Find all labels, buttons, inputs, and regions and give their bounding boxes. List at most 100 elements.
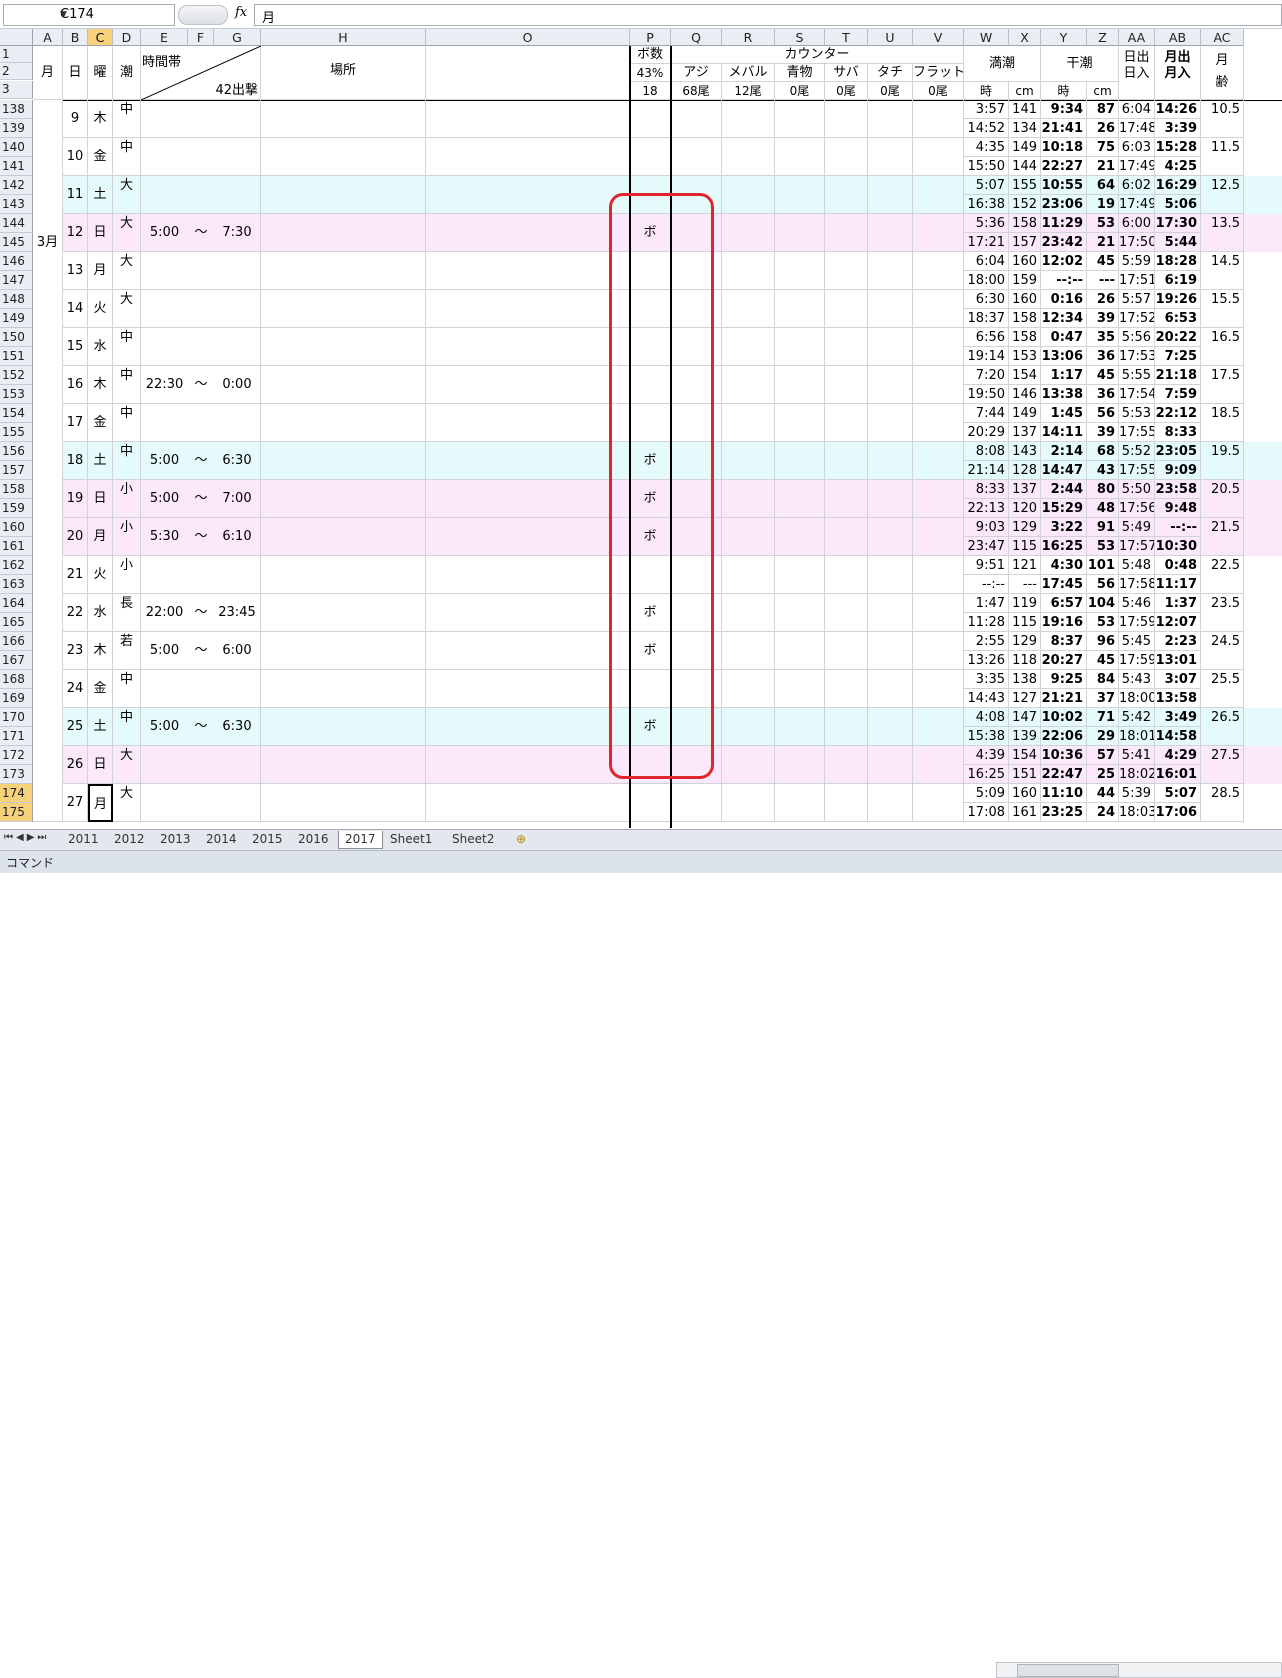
- notes-cell[interactable]: [426, 784, 630, 822]
- high-tide-time-2[interactable]: 19:14: [964, 347, 1009, 366]
- time-sep-cell[interactable]: ～: [188, 632, 214, 670]
- row-header-140[interactable]: 140: [0, 138, 33, 157]
- counter-cell[interactable]: [671, 214, 722, 252]
- notes-cell[interactable]: [426, 252, 630, 290]
- high-tide-cm-2[interactable]: 137: [1009, 423, 1041, 442]
- counter-cell[interactable]: [671, 632, 722, 670]
- weekday-cell[interactable]: 月: [88, 252, 113, 290]
- low-tide-cm-2[interactable]: 24: [1087, 803, 1119, 822]
- sunset-cell[interactable]: 17:59: [1119, 651, 1155, 670]
- fx-icon[interactable]: fx: [235, 5, 247, 20]
- counter-cell[interactable]: [868, 746, 913, 784]
- day-cell[interactable]: 19: [63, 480, 88, 518]
- high-tide-cm-2[interactable]: 128: [1009, 461, 1041, 480]
- sunrise-cell[interactable]: 5:52: [1119, 442, 1155, 461]
- low-tide-time-2[interactable]: 13:38: [1041, 385, 1087, 404]
- high-tide-cm-2[interactable]: 118: [1009, 651, 1041, 670]
- time-to-cell[interactable]: 6:30: [214, 708, 261, 746]
- low-tide-cm-1[interactable]: 35: [1087, 328, 1119, 347]
- low-tide-cm-1[interactable]: 68: [1087, 442, 1119, 461]
- counter-cell[interactable]: [913, 442, 964, 480]
- horizontal-scrollbar[interactable]: [996, 1662, 1282, 1678]
- counter-cell[interactable]: [868, 518, 913, 556]
- moonset-cell[interactable]: 7:25: [1155, 347, 1201, 366]
- notes-cell[interactable]: [426, 556, 630, 594]
- low-tide-time-1[interactable]: 12:02: [1041, 252, 1087, 271]
- counter-cell[interactable]: [722, 784, 775, 822]
- low-tide-cm-2[interactable]: 45: [1087, 651, 1119, 670]
- moonset-cell[interactable]: 11:17: [1155, 575, 1201, 594]
- counter-cell[interactable]: [671, 594, 722, 632]
- high-tide-time-2[interactable]: 17:08: [964, 803, 1009, 822]
- sheet-tab-2015[interactable]: 2015: [246, 831, 289, 848]
- low-tide-time-2[interactable]: 19:16: [1041, 613, 1087, 632]
- high-tide-cm-2[interactable]: 157: [1009, 233, 1041, 252]
- column-header-y[interactable]: Y: [1041, 29, 1087, 46]
- column-header-c[interactable]: C: [88, 29, 113, 46]
- high-tide-cm-2[interactable]: 153: [1009, 347, 1041, 366]
- counter-cell[interactable]: [722, 480, 775, 518]
- counter-cell[interactable]: [775, 708, 825, 746]
- low-tide-cm-2[interactable]: 36: [1087, 347, 1119, 366]
- time-sep-cell[interactable]: [188, 404, 214, 442]
- row-header-145[interactable]: 145: [0, 233, 33, 252]
- row-header-139[interactable]: 139: [0, 119, 33, 138]
- counter-cell[interactable]: [671, 442, 722, 480]
- row-header-138[interactable]: 138: [0, 100, 33, 119]
- sunset-cell[interactable]: 18:02: [1119, 765, 1155, 784]
- add-sheet-icon[interactable]: ⊕: [510, 831, 532, 848]
- tide-cell[interactable]: 小: [113, 480, 141, 518]
- moonrise-cell[interactable]: 18:28: [1155, 252, 1201, 271]
- high-tide-cm-2[interactable]: 127: [1009, 689, 1041, 708]
- counter-cell[interactable]: [868, 442, 913, 480]
- high-tide-time-2[interactable]: 13:26: [964, 651, 1009, 670]
- sunset-cell[interactable]: 17:51: [1119, 271, 1155, 290]
- notes-cell[interactable]: [426, 442, 630, 480]
- counter-cell[interactable]: [671, 480, 722, 518]
- counter-cell[interactable]: [671, 290, 722, 328]
- high-tide-time-1[interactable]: 4:35: [964, 138, 1009, 157]
- high-tide-time-2[interactable]: 23:47: [964, 537, 1009, 556]
- high-tide-time-2[interactable]: 17:21: [964, 233, 1009, 252]
- counter-cell[interactable]: [671, 176, 722, 214]
- low-tide-time-1[interactable]: 11:10: [1041, 784, 1087, 803]
- counter-cell[interactable]: [722, 442, 775, 480]
- sunrise-cell[interactable]: 5:39: [1119, 784, 1155, 803]
- column-header-v[interactable]: V: [913, 29, 964, 46]
- tide-cell[interactable]: 大: [113, 252, 141, 290]
- sheet-tab-2014[interactable]: 2014: [200, 831, 243, 848]
- column-header-aa[interactable]: AA: [1119, 29, 1155, 46]
- low-tide-cm-2[interactable]: 19: [1087, 195, 1119, 214]
- row-header-165[interactable]: 165: [0, 613, 33, 632]
- sunset-cell[interactable]: 17:53: [1119, 347, 1155, 366]
- time-to-cell[interactable]: 6:30: [214, 442, 261, 480]
- notes-cell[interactable]: [426, 518, 630, 556]
- moonrise-cell[interactable]: 5:07: [1155, 784, 1201, 803]
- counter-cell[interactable]: [775, 328, 825, 366]
- low-tide-cm-1[interactable]: 44: [1087, 784, 1119, 803]
- counter-cell[interactable]: [671, 328, 722, 366]
- formula-bar-expand-button[interactable]: [178, 5, 228, 25]
- counter-cell[interactable]: [775, 518, 825, 556]
- low-tide-cm-2[interactable]: 53: [1087, 613, 1119, 632]
- column-header-u[interactable]: U: [868, 29, 913, 46]
- sunset-cell[interactable]: 17:59: [1119, 613, 1155, 632]
- weekday-cell[interactable]: 金: [88, 404, 113, 442]
- high-tide-time-2[interactable]: 22:13: [964, 499, 1009, 518]
- high-tide-cm-1[interactable]: 137: [1009, 480, 1041, 499]
- counter-cell[interactable]: [722, 138, 775, 176]
- counter-cell[interactable]: [775, 214, 825, 252]
- place-cell[interactable]: [261, 442, 426, 480]
- weekday-cell[interactable]: 土: [88, 708, 113, 746]
- high-tide-cm-1[interactable]: 147: [1009, 708, 1041, 727]
- time-from-cell[interactable]: [141, 784, 188, 822]
- day-cell[interactable]: 23: [63, 632, 88, 670]
- moon-age-cell[interactable]: 22.5: [1201, 556, 1244, 594]
- counter-cell[interactable]: [913, 366, 964, 404]
- time-from-cell[interactable]: 5:00: [141, 214, 188, 252]
- tide-cell[interactable]: 中: [113, 670, 141, 708]
- bo-cell[interactable]: [630, 100, 671, 138]
- counter-cell[interactable]: [775, 594, 825, 632]
- moonrise-cell[interactable]: 1:37: [1155, 594, 1201, 613]
- high-tide-cm-1[interactable]: 149: [1009, 138, 1041, 157]
